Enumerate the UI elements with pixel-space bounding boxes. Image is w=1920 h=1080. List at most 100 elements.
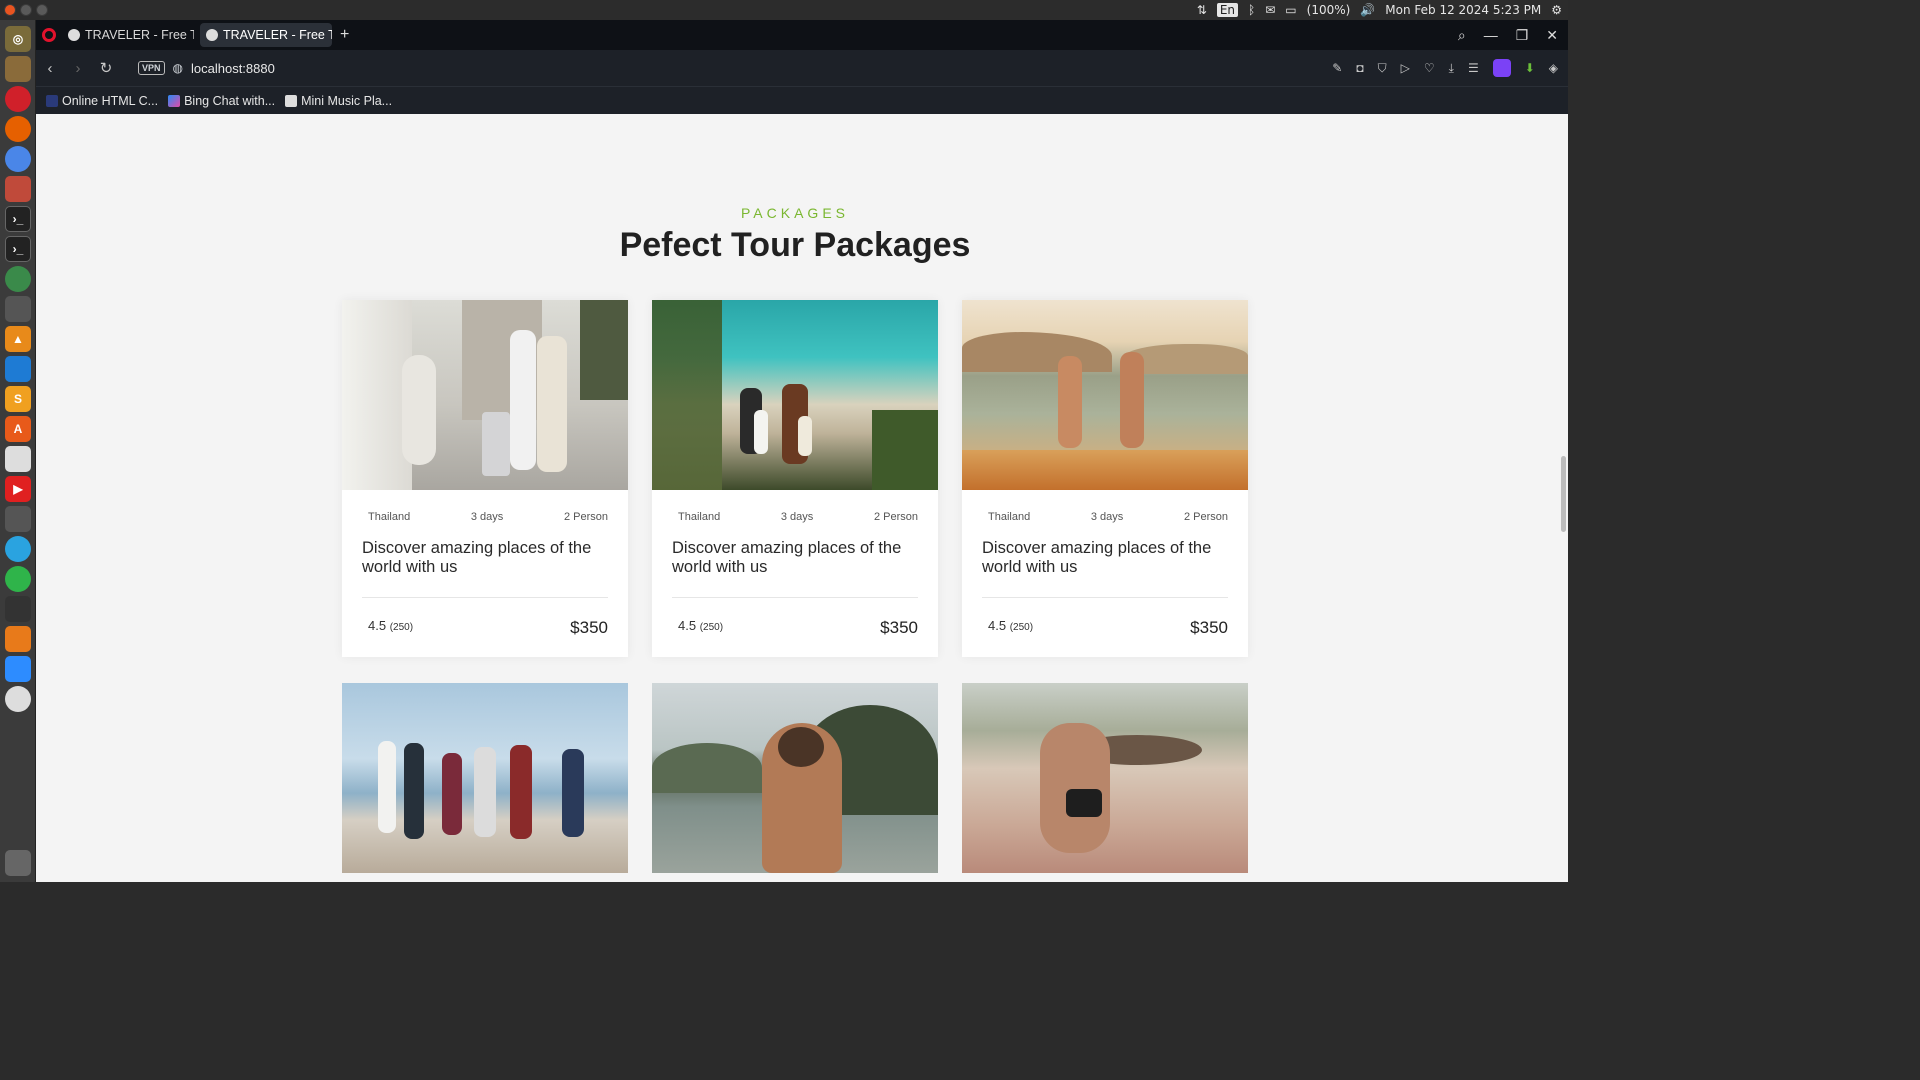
language-indicator[interactable]: En (1216, 3, 1239, 17)
network-icon[interactable]: ⇅ (1197, 3, 1207, 17)
package-price: $350 (1190, 618, 1228, 637)
package-title[interactable]: Discover amazing places of the world wit… (672, 539, 918, 577)
close-icon[interactable]: ✕ (1546, 27, 1558, 44)
package-photo[interactable] (342, 683, 628, 873)
restore-icon[interactable]: ❐ (1516, 27, 1529, 44)
url-field[interactable]: localhost:8880 (191, 61, 275, 76)
tab-traveler-1[interactable]: TRAVELER - Free Tra (62, 23, 194, 47)
text-editor-icon[interactable] (5, 446, 31, 472)
mail-icon[interactable]: ✉ (1265, 3, 1275, 17)
minimize-window-icon[interactable] (20, 4, 32, 16)
bookmark-favicon-icon (285, 94, 298, 107)
menu-icon[interactable]: ☰ (1468, 61, 1479, 75)
telegram-icon[interactable] (5, 536, 31, 562)
shield-icon[interactable]: ⛉ (1378, 61, 1387, 76)
package-card[interactable]: Thailand 3 days 2 Person Discover amazin… (962, 300, 1248, 657)
tab-favicon-icon (68, 29, 80, 41)
package-card[interactable]: Thailand 3 days 2 Person Discover amazin… (342, 300, 628, 657)
globe-app-icon[interactable] (5, 266, 31, 292)
package-duration: 3 days (780, 511, 814, 523)
tab-label: TRAVELER - Free Tra (223, 28, 332, 42)
edit-icon[interactable]: ✎ (1332, 61, 1342, 75)
sql-icon[interactable] (5, 626, 31, 652)
tab-label: TRAVELER - Free Tra (85, 28, 194, 42)
forward-button[interactable]: › (64, 60, 92, 77)
bookmark-mini-music[interactable]: Mini Music Pla... (285, 94, 392, 108)
section-eyebrow: PACKAGES (741, 205, 849, 221)
rating-value: 4.5 (368, 618, 387, 633)
browser-tab-bar: TRAVELER - Free Tra TRAVELER - Free Tra … (36, 20, 1568, 50)
trash-icon[interactable] (5, 850, 31, 876)
whatsapp-icon[interactable] (5, 566, 31, 592)
reload-button[interactable]: ↻ (92, 59, 120, 77)
rating-value: 4.5 (988, 618, 1007, 633)
bookmark-bing-chat[interactable]: Bing Chat with... (168, 94, 275, 108)
opera-menu-icon[interactable] (42, 28, 56, 42)
extensions-cube-icon[interactable]: ◈ (1549, 61, 1558, 75)
screenshot-icon[interactable] (5, 506, 31, 532)
youtube-icon[interactable]: ▶ (5, 476, 31, 502)
toolbar-actions: ✎ ◘ ⛉ ▷ ♡ ⤓ ☰ ⬇ ◈ (1332, 59, 1568, 77)
package-price: $350 (880, 618, 918, 637)
package-title[interactable]: Discover amazing places of the world wit… (362, 539, 608, 577)
vlc-icon[interactable]: ▲ (5, 326, 31, 352)
bookmark-label: Online HTML C... (62, 93, 159, 108)
tab-search-icon[interactable]: ⌕ (1458, 27, 1466, 44)
maximize-window-icon[interactable] (36, 4, 48, 16)
heart-icon[interactable]: ♡ (1424, 61, 1435, 75)
app-store-icon[interactable] (5, 686, 31, 712)
package-meta: Thailand 3 days 2 Person (368, 511, 608, 523)
files-icon[interactable] (5, 176, 31, 202)
settings-gear-icon[interactable]: ⚙ (1551, 3, 1562, 17)
package-photo[interactable] (652, 300, 938, 490)
vscode-icon[interactable] (5, 356, 31, 382)
software-center-icon[interactable]: A (5, 416, 31, 442)
site-info-icon[interactable]: ◍ (173, 61, 183, 75)
tab-traveler-2[interactable]: TRAVELER - Free Tra (200, 23, 332, 47)
package-rating: 4.5 (250) (988, 618, 1033, 633)
bluetooth-icon[interactable]: ᛒ (1248, 3, 1255, 17)
terminal-2-icon[interactable]: ›_ (5, 236, 31, 262)
page-scrollbar[interactable] (1558, 114, 1568, 882)
package-location: Thailand (368, 511, 411, 523)
extension-download-icon[interactable]: ⬇ (1525, 61, 1535, 75)
package-photo[interactable] (342, 300, 628, 490)
bookmark-favicon-icon (168, 94, 181, 107)
chromium-icon[interactable] (5, 146, 31, 172)
package-price: $350 (570, 618, 608, 637)
new-tab-button[interactable]: + (340, 26, 349, 44)
package-photo[interactable] (962, 683, 1248, 873)
battery-icon[interactable]: ▭ (1285, 3, 1296, 17)
volume-icon[interactable]: 🔊 (1360, 3, 1375, 17)
profile-icon[interactable] (1492, 59, 1511, 77)
app-icon[interactable] (5, 596, 31, 622)
camera-icon[interactable]: ◘ (1356, 61, 1363, 75)
terminal-icon[interactable]: ›_ (5, 206, 31, 232)
firefox-icon[interactable] (5, 116, 31, 142)
system-tray: ⇅ En ᛒ ✉ ▭ (100%) 🔊 Mon Feb 12 2024 5:23… (1197, 3, 1568, 17)
vpn-badge[interactable]: VPN (138, 61, 165, 75)
close-window-icon[interactable] (4, 4, 16, 16)
scrollbar-thumb[interactable] (1561, 456, 1566, 532)
package-photo[interactable] (962, 300, 1248, 490)
dash-icon[interactable]: ◎ (5, 26, 31, 52)
bookmark-online-html[interactable]: Online HTML C... (46, 94, 158, 108)
image-viewer-icon[interactable] (5, 56, 31, 82)
zoom-icon[interactable] (5, 656, 31, 682)
package-photo[interactable] (652, 683, 938, 873)
play-icon[interactable]: ▷ (1401, 61, 1410, 75)
clock[interactable]: Mon Feb 12 2024 5:23 PM (1385, 3, 1541, 17)
opera-icon[interactable] (5, 86, 31, 112)
bookmarks-bar: Online HTML C... Bing Chat with... Mini … (36, 86, 1568, 114)
back-button[interactable]: ‹ (36, 60, 64, 77)
app-launcher: ◎ ›_ ›_ ▲ S A ▶ (0, 20, 36, 882)
package-people: 2 Person (1183, 511, 1228, 523)
minimize-icon[interactable]: — (1484, 27, 1498, 44)
package-card[interactable]: Thailand 3 days 2 Person Discover amazin… (652, 300, 938, 657)
video-editor-icon[interactable] (5, 296, 31, 322)
bookmark-label: Bing Chat with... (184, 93, 276, 108)
package-title[interactable]: Discover amazing places of the world wit… (982, 539, 1228, 577)
sublime-icon[interactable]: S (5, 386, 31, 412)
download-icon[interactable]: ⤓ (1449, 61, 1454, 76)
tab-favicon-icon (206, 29, 218, 41)
